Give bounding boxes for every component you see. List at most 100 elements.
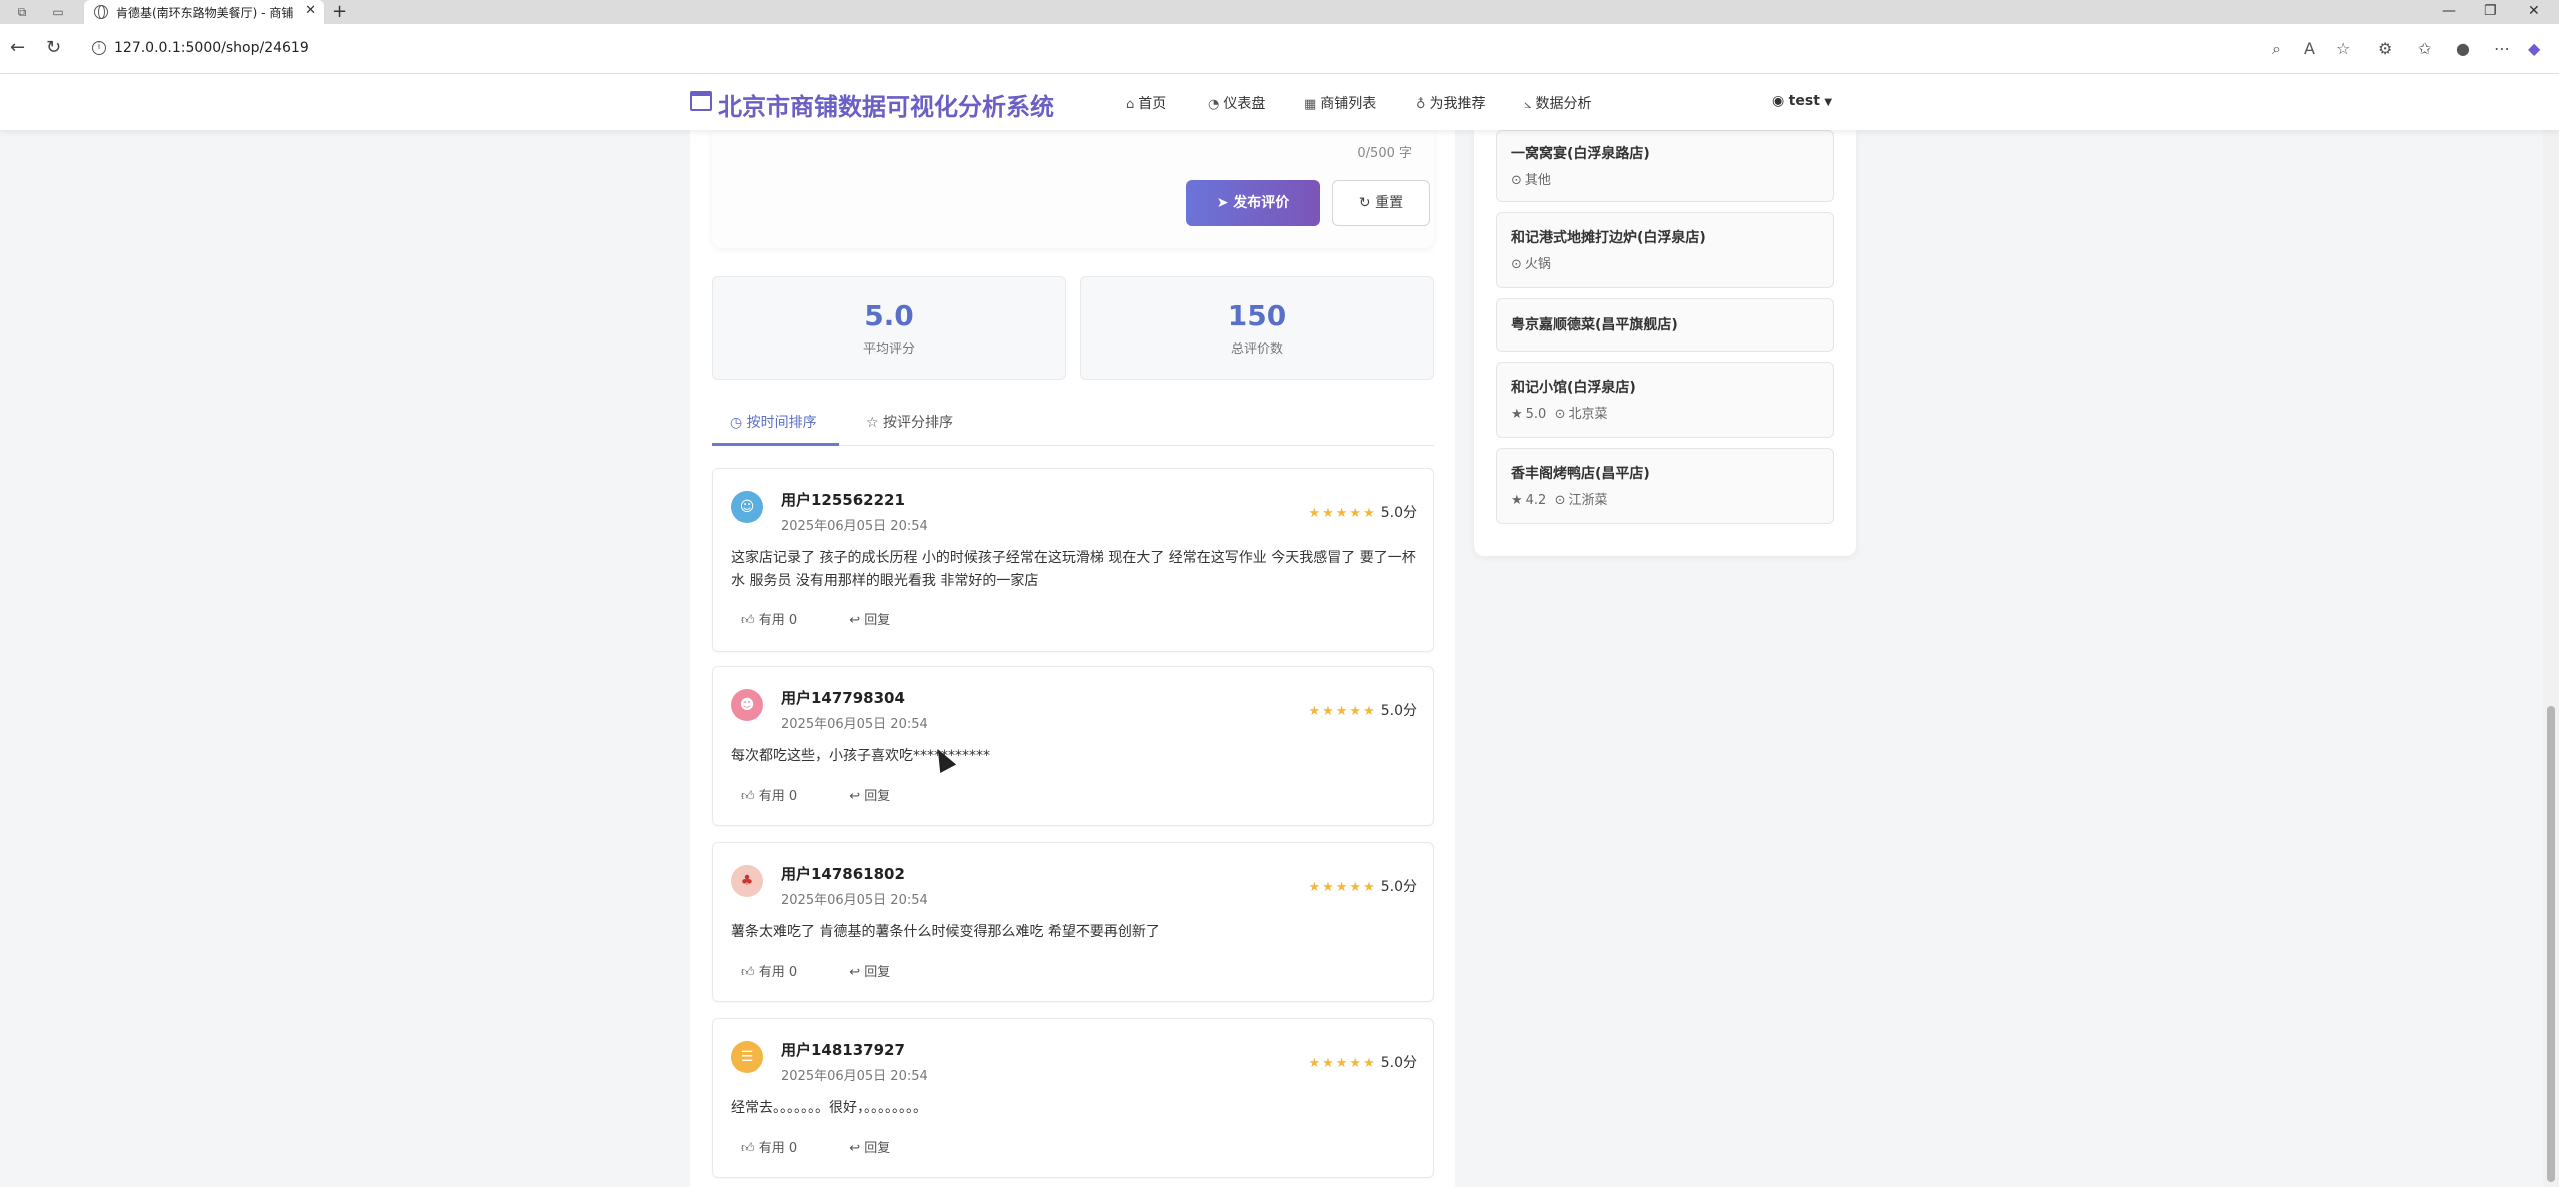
nearby-shop-name: 粤京嘉顺德菜(昌平旗舰店) <box>1511 317 1678 333</box>
submit-review-label: 发布评价 <box>1233 195 1290 211</box>
chart-icon: ⦣ <box>1524 97 1532 112</box>
tab-sort-by-time[interactable]: ◷ 按时间排序 <box>730 412 817 432</box>
home-icon: ⌂ <box>1126 97 1135 112</box>
url-field[interactable]: i 127.0.0.1:5000/shop/24619 <box>84 32 2284 66</box>
nav-analysis[interactable]: ⦣ 数据分析 <box>1524 93 1591 113</box>
browser-tab[interactable]: 肯德基(南环东路物美餐厅) - 商铺 ✕ <box>84 0 324 24</box>
site-info-icon[interactable]: i <box>92 41 106 55</box>
app-header: 北京市商铺数据可视化分析系统 ⌂ 首页 ◔ 仪表盘 ▦ 商铺列表 ♁ 为我推荐 ⦣ 数据分… <box>0 74 2559 130</box>
favorites-icon[interactable]: ✩ <box>2418 39 2431 58</box>
new-tab-button[interactable]: + <box>332 1 347 22</box>
reply-button[interactable]: ↩ 回复 <box>849 1141 914 1156</box>
close-tab-icon[interactable]: ✕ <box>305 3 316 18</box>
nav-recommend[interactable]: ♁ 为我推荐 <box>1416 93 1486 113</box>
nearby-shop-name: 和记小馆(白浮泉店) <box>1511 380 1636 396</box>
reply-label: 回复 <box>864 613 891 628</box>
nav-dashboard-label: 仪表盘 <box>1223 96 1266 112</box>
favorite-icon[interactable]: ☆ <box>2336 39 2350 58</box>
scrollbar-thumb[interactable] <box>2547 706 2555 1182</box>
review-user: 用户125562221 <box>781 491 905 509</box>
read-aloud-icon[interactable]: A <box>2304 39 2315 58</box>
nearby-shops-panel: 一窝窝宴(白浮泉路店) ⊙ 其他 和记港式地摊打边炉(白浮泉店) ⊙ 火锅 粤京嘉顺… <box>1474 130 1856 556</box>
nearby-shop-item[interactable]: 香丰阁烤鸭店(昌平店) ★ 4.2 ⊙ 江浙菜 <box>1496 448 1834 524</box>
more-icon[interactable]: ⋯ <box>2494 39 2510 58</box>
minimize-button[interactable]: — <box>2442 3 2456 19</box>
nav-home[interactable]: ⌂ 首页 <box>1126 93 1166 113</box>
nearby-shop-item[interactable]: 和记港式地摊打边炉(白浮泉店) ⊙ 火锅 <box>1496 212 1834 288</box>
nav-dashboard[interactable]: ◔ 仪表盘 <box>1208 93 1265 113</box>
useful-button[interactable]: 👍︎ 有用 0 <box>741 613 821 628</box>
reply-button[interactable]: ↩ 回复 <box>849 789 914 804</box>
nearby-shop-name: 和记港式地摊打边炉(白浮泉店) <box>1511 230 1706 246</box>
nearby-shop-cuisine: 其他 <box>1524 173 1551 188</box>
nearby-shop-name: 一窝窝宴(白浮泉路店) <box>1511 146 1650 162</box>
char-counter: 0/500 字 <box>1357 146 1412 161</box>
nearby-shop-item[interactable]: 和记小馆(白浮泉店) ★ 5.0 ⊙ 北京菜 <box>1496 362 1834 438</box>
close-window-button[interactable]: ✕ <box>2528 3 2540 19</box>
maximize-button[interactable]: ❐ <box>2484 3 2497 19</box>
avatar: ☺ <box>731 491 763 523</box>
zoom-icon[interactable]: ⌕ <box>2272 39 2281 59</box>
reset-button[interactable]: ↻ 重置 <box>1332 180 1430 226</box>
tab-title: 肯德基(南环东路物美餐厅) - 商铺 <box>116 6 294 20</box>
nav-shop-list[interactable]: ▦ 商铺列表 <box>1304 93 1376 113</box>
star-rating-icon: ★★★★★ <box>1308 880 1377 895</box>
nearby-shop-item[interactable]: 一窝窝宴(白浮泉路店) ⊙ 其他 <box>1496 130 1834 202</box>
avatar: ☰ <box>731 1041 763 1073</box>
tab-sort-by-time-label: 按时间排序 <box>746 415 817 431</box>
star-rating-icon: ★★★★★ <box>1308 1056 1377 1071</box>
sort-tabs: ◷ 按时间排序 ☆ 按评分排序 <box>712 400 1434 446</box>
clock-icon: ◷ <box>730 415 747 431</box>
avg-rating-value: 5.0 <box>864 299 914 332</box>
tab-actions-icon[interactable]: ▭ <box>50 4 66 20</box>
reply-label: 回复 <box>864 965 891 980</box>
useful-button[interactable]: 👍︎ 有用 0 <box>741 965 821 980</box>
review-time: 2025年06月05日 20:54 <box>781 717 928 732</box>
review-rating-value: 5.0分 <box>1380 703 1417 719</box>
workspaces-icon[interactable]: ⧉ <box>14 4 30 20</box>
brand-title: 北京市商铺数据可视化分析系统 <box>718 93 1054 121</box>
review-text: 薯条太难吃了 肯德基的薯条什么时候变得那么难吃 希望不要再创新了 <box>731 924 1160 940</box>
review-count-card: 150 总评价数 <box>1080 276 1434 380</box>
user-menu[interactable]: ◉ test ▼ <box>1772 93 1832 109</box>
review-rating: ★★★★★ 5.0分 <box>1308 876 1417 896</box>
reply-label: 回复 <box>864 789 891 804</box>
star-outline-icon: ☆ <box>866 415 884 431</box>
tab-sort-by-rating[interactable]: ☆ 按评分排序 <box>866 412 953 432</box>
useful-button[interactable]: 👍︎ 有用 0 <box>741 1141 821 1156</box>
tag-icon: ⊙ <box>1554 493 1566 508</box>
nearby-shop-rating: 5.0 <box>1525 407 1547 422</box>
tab-sort-by-rating-label: 按评分排序 <box>883 415 954 431</box>
review-rating-value: 5.0分 <box>1380 879 1417 895</box>
star-icon: ★ <box>1511 493 1523 508</box>
submit-review-button[interactable]: ➤ 发布评价 <box>1186 180 1320 226</box>
review-text: 经常去。。。。。。。很好，。。。。。。。。 <box>731 1100 927 1116</box>
useful-label: 有用 0 <box>758 965 798 980</box>
browser-tabstrip: ⧉ ▭ 肯德基(南环东路物美餐厅) - 商铺 ✕ + — ❐ ✕ <box>0 0 2559 24</box>
nav-analysis-label: 数据分析 <box>1535 96 1592 112</box>
star-rating-icon: ★★★★★ <box>1308 704 1377 719</box>
review-time: 2025年06月05日 20:54 <box>781 893 928 908</box>
review-user: 用户147861802 <box>781 865 905 883</box>
review-user: 用户147798304 <box>781 689 905 707</box>
back-icon[interactable]: ← <box>10 37 25 58</box>
review-card: ☻ 用户147798304 2025年06月05日 20:54 ★★★★★ 5.0… <box>712 666 1434 826</box>
dashboard-icon: ◔ <box>1208 97 1220 112</box>
copilot-icon[interactable]: ◆ <box>2528 39 2540 58</box>
reply-button[interactable]: ↩ 回复 <box>849 613 914 628</box>
review-time: 2025年06月05日 20:54 <box>781 519 928 534</box>
review-rating: ★★★★★ 5.0分 <box>1308 700 1417 720</box>
nav-recommend-label: 为我推荐 <box>1429 96 1486 112</box>
useful-button[interactable]: 👍︎ 有用 0 <box>741 789 821 804</box>
review-actions: 👍︎ 有用 0 ↩ 回复 <box>741 785 938 804</box>
profile-icon[interactable]: ● <box>2456 39 2470 58</box>
url-text: 127.0.0.1:5000/shop/24619 <box>114 40 309 56</box>
nearby-shop-item[interactable]: 粤京嘉顺德菜(昌平旗舰店) <box>1496 298 1834 352</box>
reply-button[interactable]: ↩ 回复 <box>849 965 914 980</box>
extensions-icon[interactable]: ⚙ <box>2378 39 2392 58</box>
tag-icon: ⊙ <box>1511 257 1522 272</box>
refresh-icon[interactable]: ↻ <box>46 37 61 58</box>
nearby-shop-cuisine: 北京菜 <box>1568 407 1608 422</box>
review-card: ☺ 用户125562221 2025年06月05日 20:54 ★★★★★ 5.0… <box>712 468 1434 652</box>
review-card: ☰ 用户148137927 2025年06月05日 20:54 ★★★★★ 5.0… <box>712 1018 1434 1178</box>
